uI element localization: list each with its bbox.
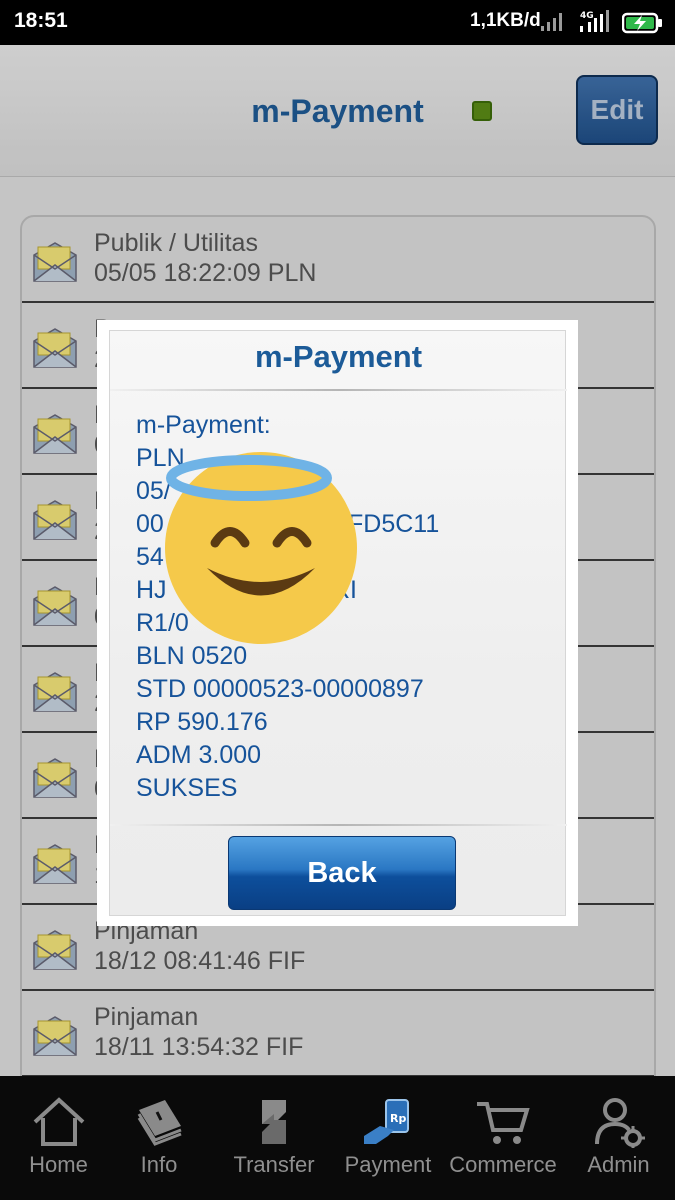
network-type-label: 4G [580, 11, 594, 21]
nav-label: Commerce [449, 1152, 557, 1177]
payment-icon: Rp [364, 1099, 409, 1144]
nav-admin[interactable]: Admin [562, 1076, 675, 1200]
dialog-title: m-Payment [254, 339, 423, 374]
signal-4g-icon: 4G [580, 10, 609, 32]
svg-text:Rp: Rp [390, 1112, 406, 1125]
nav-commerce[interactable]: Commerce [444, 1076, 562, 1200]
nav-label: Payment [344, 1152, 432, 1177]
cart-icon [477, 1102, 530, 1144]
nav-label: Admin [587, 1152, 650, 1177]
message-line: RP 590.176 [136, 708, 268, 736]
message-line-start: 00 [136, 510, 164, 538]
battery-charging-icon [622, 12, 662, 34]
bottom-navigation: Home Info Transfer Rp Payment Commerce A… [0, 1076, 675, 1200]
nav-label: Transfer [233, 1152, 315, 1177]
nav-payment[interactable]: Rp Payment [332, 1076, 444, 1200]
nav-label: Info [140, 1152, 178, 1177]
signal-icon [541, 13, 562, 31]
divider [110, 389, 567, 391]
message-line: SUKSES [136, 774, 238, 802]
message-line: ADM 3.000 [136, 741, 262, 769]
status-bar: 18:51 1,1KB/d 4G [0, 0, 675, 45]
nav-info[interactable]: Info [102, 1076, 216, 1200]
message-line: STD 00000523-00000897 [136, 675, 424, 703]
nav-home[interactable]: Home [0, 1076, 117, 1200]
back-button[interactable]: Back [228, 836, 456, 910]
home-icon [33, 1097, 84, 1146]
network-speed: 1,1KB/d [470, 10, 541, 31]
status-time: 18:51 [14, 9, 68, 32]
transfer-icon [262, 1100, 286, 1144]
nav-label: Home [29, 1152, 88, 1177]
info-book-icon [137, 1100, 182, 1146]
message-line-start: HJ [136, 576, 167, 604]
divider [110, 824, 567, 826]
message-line: m-Payment: [136, 411, 271, 439]
smiling-face-with-halo-emoji [165, 452, 357, 644]
admin-icon [594, 1098, 645, 1148]
nav-transfer[interactable]: Transfer [216, 1076, 332, 1200]
